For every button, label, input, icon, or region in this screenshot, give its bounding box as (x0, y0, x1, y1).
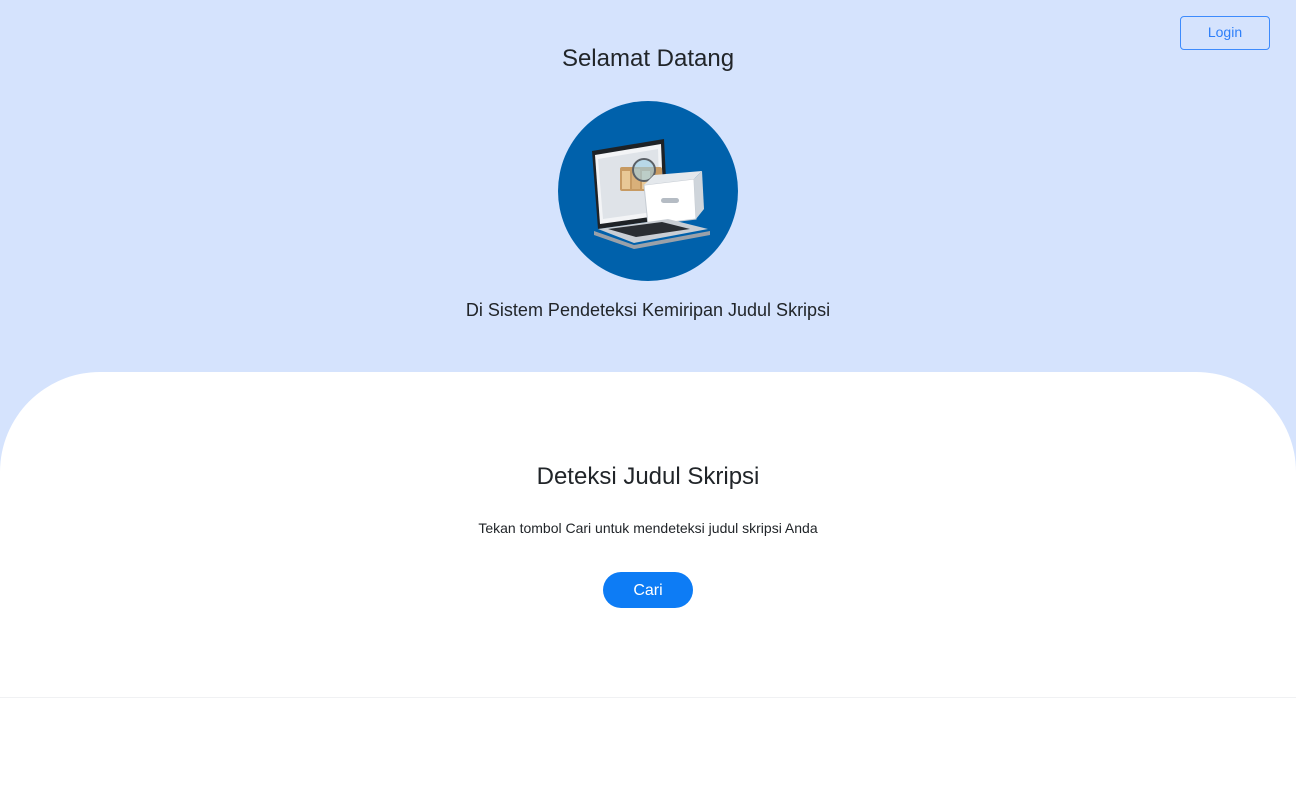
footer-divider (0, 697, 1296, 698)
section-instruction: Tekan tombol Cari untuk mendeteksi judul… (478, 520, 818, 536)
laptop-file-drawer-icon (558, 101, 738, 281)
section-title: Deteksi Judul Skripsi (536, 463, 760, 490)
search-button[interactable]: Cari (603, 572, 693, 608)
welcome-subtitle: Di Sistem Pendeteksi Kemiripan Judul Skr… (465, 300, 831, 320)
detection-section: Deteksi Judul Skripsi Tekan tombol Cari … (0, 372, 1296, 698)
page: Login Selamat Datang Di Sistem Pendeteks… (0, 0, 1296, 810)
welcome-title: Selamat Datang (561, 45, 735, 72)
